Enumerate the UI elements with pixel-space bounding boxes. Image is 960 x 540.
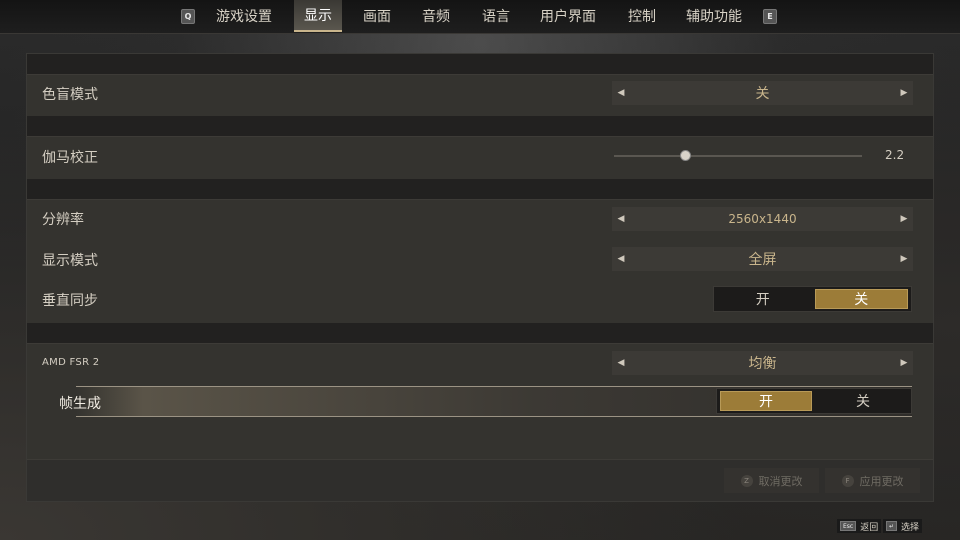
- frame-gen-toggle[interactable]: 开 关: [716, 388, 912, 414]
- f-key-icon: F: [841, 474, 854, 487]
- tab-bar: Q 游戏设置 显示 画面 音频 语言 用户界面 控制 辅助功能 E: [0, 0, 960, 34]
- select-hint-label: 选择: [901, 522, 920, 533]
- enter-key-icon: ↵: [886, 521, 898, 531]
- gamma-value: 2.2: [885, 148, 905, 162]
- next-tab-key[interactable]: E: [763, 9, 777, 24]
- tab-language[interactable]: 语言: [474, 0, 518, 32]
- back-hint[interactable]: Esc 返回: [837, 519, 882, 533]
- vsync-toggle[interactable]: 开 关: [713, 286, 912, 312]
- resolution-label: 分辨率: [42, 212, 84, 228]
- arrow-left-icon[interactable]: ◀: [612, 247, 630, 271]
- discard-changes-button[interactable]: Z 取消更改: [724, 468, 819, 493]
- gamma-label: 伽马校正: [42, 150, 98, 166]
- back-hint-label: 返回: [860, 522, 879, 533]
- colorblind-selector[interactable]: ◀ 关 ▶: [612, 81, 913, 105]
- arrow-left-icon[interactable]: ◀: [612, 207, 630, 231]
- arrow-right-icon[interactable]: ▶: [895, 247, 913, 271]
- tab-graphics[interactable]: 画面: [355, 0, 399, 32]
- esc-key-icon: Esc: [840, 521, 857, 531]
- arrow-left-icon[interactable]: ◀: [612, 81, 630, 105]
- section-header: [27, 54, 933, 74]
- colorblind-value: 关: [755, 86, 770, 102]
- arrow-right-icon[interactable]: ▶: [895, 81, 913, 105]
- colorblind-label: 色盲模式: [42, 87, 98, 103]
- display-mode-selector[interactable]: ◀ 全屏 ▶: [612, 247, 913, 271]
- fsr-label: AMD FSR 2: [42, 357, 100, 368]
- fsr-selector[interactable]: ◀ 均衡 ▶: [612, 351, 913, 375]
- arrow-left-icon[interactable]: ◀: [612, 351, 630, 375]
- setting-row-gamma[interactable]: [27, 136, 933, 179]
- section-header: [27, 323, 933, 343]
- section-header: [27, 116, 933, 136]
- discard-changes-label: 取消更改: [758, 474, 803, 488]
- apply-changes-button[interactable]: F 应用更改: [825, 468, 920, 493]
- vsync-label: 垂直同步: [42, 293, 98, 309]
- tab-accessibility[interactable]: 辅助功能: [680, 0, 748, 32]
- tab-game-settings[interactable]: 游戏设置: [210, 0, 278, 32]
- frame-gen-option-off[interactable]: 关: [818, 391, 908, 411]
- gamma-slider-track[interactable]: [614, 155, 862, 157]
- fsr-value: 均衡: [748, 356, 777, 372]
- vsync-option-on[interactable]: 开: [717, 289, 809, 309]
- tab-user-interface[interactable]: 用户界面: [534, 0, 602, 32]
- settings-panel: 色盲模式 ◀ 关 ▶ 伽马校正 2.2 分辨率 ◀ 2560x1440 ▶ 显示…: [26, 53, 934, 502]
- tab-display[interactable]: 显示: [294, 0, 342, 32]
- arrow-right-icon[interactable]: ▶: [895, 207, 913, 231]
- divider: [27, 459, 933, 460]
- resolution-value: 2560x1440: [728, 212, 797, 226]
- prev-tab-key[interactable]: Q: [181, 9, 195, 24]
- frame-gen-option-on[interactable]: 开: [720, 391, 812, 411]
- frame-gen-label: 帧生成: [59, 396, 101, 412]
- display-mode-value: 全屏: [748, 252, 777, 268]
- select-hint[interactable]: ↵ 选择: [883, 519, 923, 533]
- vsync-option-off[interactable]: 关: [814, 289, 908, 309]
- arrow-right-icon[interactable]: ▶: [895, 351, 913, 375]
- apply-changes-label: 应用更改: [859, 474, 904, 488]
- display-mode-label: 显示模式: [42, 253, 98, 269]
- resolution-selector[interactable]: ◀ 2560x1440 ▶: [612, 207, 913, 231]
- tab-controls[interactable]: 控制: [620, 0, 664, 32]
- z-key-icon: Z: [740, 474, 753, 487]
- section-header: [27, 179, 933, 199]
- tab-audio[interactable]: 音频: [414, 0, 458, 32]
